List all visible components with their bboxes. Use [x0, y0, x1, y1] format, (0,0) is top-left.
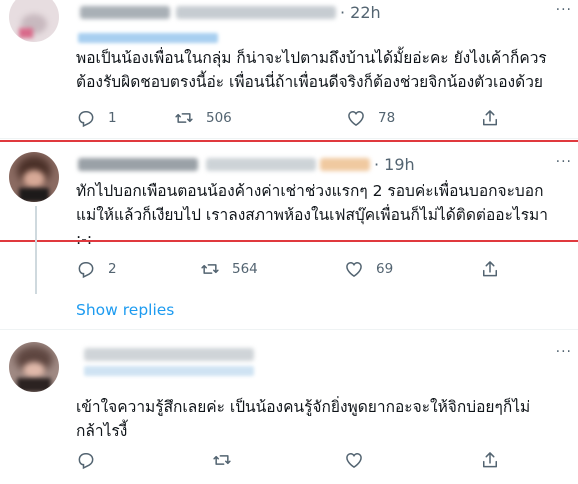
reply-button[interactable]: 1: [76, 106, 117, 130]
like-icon: [346, 261, 362, 277]
blurred-mention: [84, 366, 254, 376]
more-icon[interactable]: ···: [556, 154, 572, 170]
tweet-actions: 1 506 78: [72, 106, 572, 130]
retweet-count: 506: [206, 110, 232, 126]
reply-tweet-2[interactable]: · 19h ··· ทักไปบอกเพือนตอนน้องค้างค่าเช่…: [0, 140, 578, 290]
tweet-text-line: ทักไปบอกเพือนตอนน้องค้างค่าเช่าช่วงแรกๆ …: [76, 182, 544, 200]
share-button[interactable]: [480, 106, 500, 130]
more-icon[interactable]: ···: [556, 2, 572, 18]
thread-line: [35, 206, 37, 294]
like-button[interactable]: [344, 448, 364, 472]
reply-button[interactable]: 2: [76, 257, 117, 281]
retweet-icon: [201, 264, 219, 274]
retweet-button[interactable]: [212, 448, 232, 472]
reply-count: 1: [108, 110, 117, 126]
blurred-mention: [78, 33, 218, 43]
tweet-text-line: แม่ให้แล้วก็เงียบไป เราลงสภาพห้องในเฟสบุ…: [76, 206, 548, 224]
blurred-display-name: [80, 6, 170, 19]
like-button[interactable]: 69: [344, 257, 393, 281]
blurred-username: [206, 158, 316, 171]
divider: [0, 138, 578, 139]
reply-icon: [78, 453, 94, 470]
share-icon: [483, 452, 497, 468]
share-button[interactable]: [480, 448, 500, 472]
tweet-timestamp[interactable]: · 22h: [340, 3, 381, 22]
tweet-text-line: กล้าไรงี้: [76, 422, 128, 440]
tweet-text-line: พอเป็นน้องเพื่อนในกลุ่ม ก็น่าจะไปตามถึงบ…: [76, 49, 547, 67]
share-button[interactable]: [480, 257, 500, 281]
tweet-text: เข้าใจความรู้สึกเลยค่ะ เป็นน้องคนรู้จักย…: [76, 395, 571, 443]
blurred-display-name: [84, 348, 254, 361]
retweet-button[interactable]: 506: [174, 106, 232, 130]
retweet-button[interactable]: 564: [200, 257, 258, 281]
share-icon: [483, 110, 497, 126]
retweet-icon: [213, 455, 231, 465]
blurred-username: [176, 6, 336, 19]
like-icon: [348, 110, 364, 126]
tweet-header: [76, 346, 566, 364]
share-icon: [483, 261, 497, 277]
reply-button[interactable]: [76, 448, 96, 472]
reply-tweet-3[interactable]: ··· เข้าใจความรู้สึกเลยค่ะ เป็นน้องคนรู้…: [0, 330, 578, 484]
retweet-count: 564: [232, 261, 258, 277]
reply-tweet-1[interactable]: · 22h ··· พอเป็นน้องเพื่อนในกลุ่ม ก็น่าจ…: [0, 0, 578, 138]
tweet-header: · 19h: [76, 155, 566, 174]
tweet-text-line: ต้องรับผิดชอบตรงนี้อ่ะ เพื่อนนี่ถ้าเพื่อ…: [76, 73, 543, 91]
tweet-actions: 2 564 69: [72, 257, 572, 281]
like-button[interactable]: 78: [346, 106, 395, 130]
blurred-display-name: [78, 158, 198, 171]
more-icon[interactable]: ···: [556, 344, 572, 360]
avatar[interactable]: [9, 0, 59, 42]
tweet-text-line: :-:: [76, 230, 93, 248]
reply-count: 2: [108, 261, 117, 277]
blurred-emoji: [320, 158, 370, 171]
show-replies-link[interactable]: Show replies: [76, 301, 174, 319]
retweet-icon: [175, 113, 193, 123]
tweet-text: ทักไปบอกเพือนตอนน้องค้างค่าเช่าช่วงแรกๆ …: [76, 179, 571, 251]
like-count: 78: [378, 110, 396, 126]
tweet-text: พอเป็นน้องเพื่อนในกลุ่ม ก็น่าจะไปตามถึงบ…: [76, 46, 571, 94]
like-count: 69: [376, 261, 394, 277]
tweet-actions: [72, 448, 572, 472]
like-icon: [346, 452, 362, 468]
tweet-text-line: เข้าใจความรู้สึกเลยค่ะ เป็นน้องคนรู้จักย…: [76, 398, 531, 416]
reply-icon: [78, 111, 94, 128]
avatar[interactable]: [9, 342, 59, 392]
tweet-header: · 22h: [76, 3, 566, 22]
avatar[interactable]: [9, 152, 59, 202]
reply-icon: [78, 262, 94, 279]
tweet-timestamp[interactable]: · 19h: [374, 155, 415, 174]
